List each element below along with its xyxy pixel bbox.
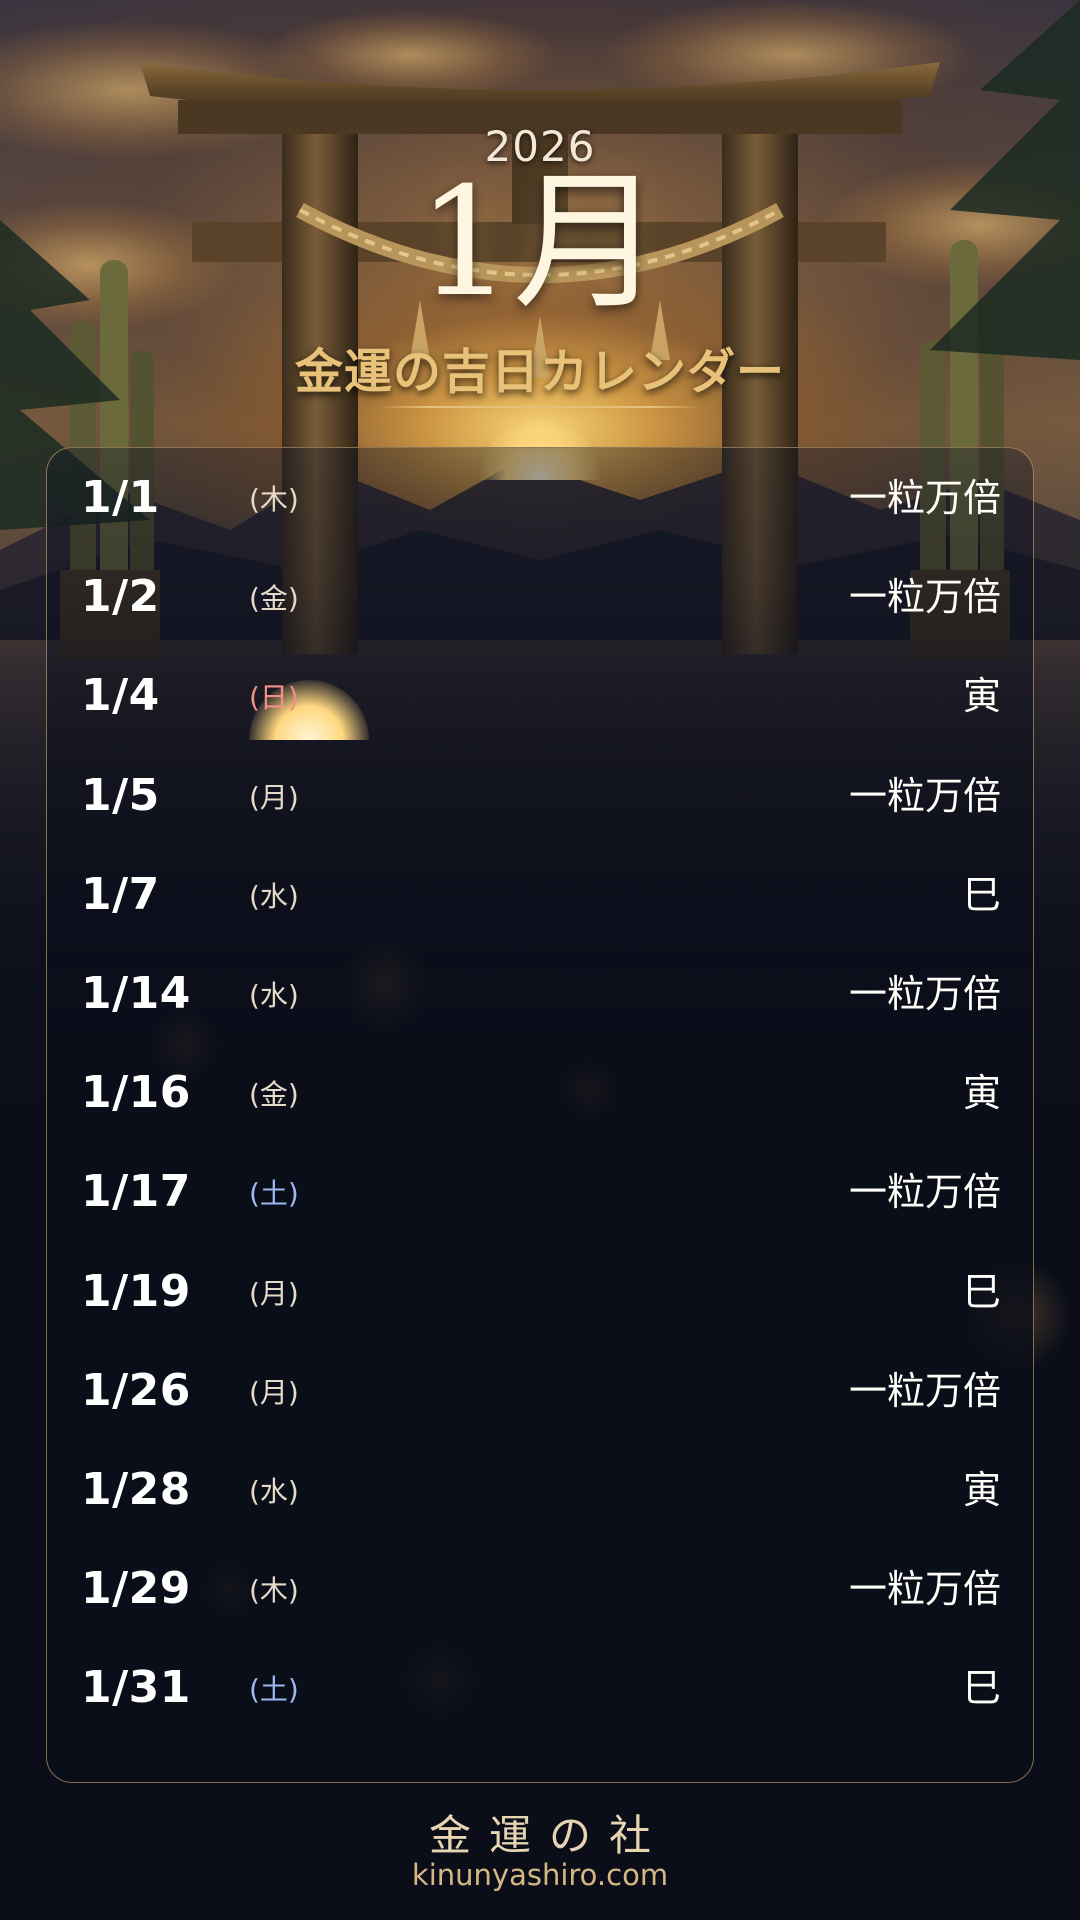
calendar-row: 1/26 (月) 一粒万倍 bbox=[47, 1341, 1033, 1440]
row-date: 1/31 bbox=[81, 1662, 191, 1714]
row-lucky-day-type: 一粒万倍 bbox=[848, 1567, 1001, 1612]
calendar-row: 1/7 (水) 巳 bbox=[47, 845, 1033, 944]
row-weekday: (木) bbox=[249, 483, 299, 516]
row-weekday: (水) bbox=[249, 979, 299, 1012]
row-date: 1/7 bbox=[81, 868, 160, 920]
row-lucky-day-type: 一粒万倍 bbox=[848, 1170, 1001, 1215]
row-weekday: (月) bbox=[249, 1375, 299, 1409]
row-weekday: (日) bbox=[249, 680, 369, 741]
row-weekday: (土) bbox=[249, 1673, 299, 1707]
title-divider bbox=[380, 406, 700, 408]
row-weekday: (月) bbox=[249, 780, 299, 814]
row-weekday: (木) bbox=[249, 1574, 299, 1608]
row-date: 1/5 bbox=[81, 769, 160, 821]
row-weekday: (水) bbox=[249, 879, 299, 913]
calendar-row: 1/19 (月) 巳 bbox=[47, 1242, 1033, 1341]
calendar-row: 1/4 (日) 寅 bbox=[47, 646, 1033, 745]
row-lucky-day-type: 寅 bbox=[962, 1071, 1001, 1116]
calendar-row: 1/16 (金) 寅 bbox=[47, 1043, 1033, 1142]
row-date: 1/16 bbox=[81, 1067, 191, 1119]
brand-name: 金運の社 bbox=[428, 1811, 669, 1860]
row-weekday: (月) bbox=[249, 1276, 299, 1310]
row-weekday: (水) bbox=[249, 1475, 299, 1508]
row-date: 1/2 bbox=[81, 571, 160, 623]
row-lucky-day-type: 寅 bbox=[962, 1468, 1001, 1512]
row-weekday: (土) bbox=[249, 1177, 299, 1211]
calendar-row: 1/31 (土) 巳 bbox=[47, 1638, 1033, 1737]
row-date: 1/4 bbox=[81, 670, 160, 722]
row-lucky-day-type: 一粒万倍 bbox=[848, 476, 1001, 520]
calendar-row: 1/29 (木) 一粒万倍 bbox=[47, 1539, 1033, 1638]
row-weekday: (金) bbox=[249, 1078, 299, 1112]
row-lucky-day-type: 一粒万倍 bbox=[848, 575, 1001, 620]
row-date: 1/1 bbox=[81, 472, 160, 523]
row-date: 1/17 bbox=[81, 1166, 191, 1218]
month-title: 1月 bbox=[417, 156, 663, 330]
row-date: 1/28 bbox=[81, 1464, 191, 1515]
website-url[interactable]: kinunyashiro.com bbox=[0, 1858, 1080, 1892]
row-lucky-day-type: 巳 bbox=[962, 1269, 1001, 1314]
calendar-row: 1/28 (水) 寅 bbox=[47, 1440, 1033, 1539]
row-date: 1/29 bbox=[81, 1563, 191, 1615]
row-lucky-day-type: 一粒万倍 bbox=[848, 1368, 1001, 1413]
calendar-row: 1/1 (木) 一粒万倍 bbox=[47, 448, 1033, 547]
row-date: 1/14 bbox=[81, 968, 191, 1019]
calendar-row: 1/17 (土) 一粒万倍 bbox=[47, 1142, 1033, 1241]
calendar-row: 1/5 (月) 一粒万倍 bbox=[47, 746, 1033, 845]
row-lucky-day-type: 巳 bbox=[962, 872, 1001, 917]
calendar-subtitle: 金運の吉日カレンダー bbox=[294, 344, 785, 400]
calendar-row: 1/2 (金) 一粒万倍 bbox=[47, 547, 1033, 646]
row-lucky-day-type: 一粒万倍 bbox=[848, 972, 1001, 1016]
row-lucky-day-type: 一粒万倍 bbox=[848, 773, 1001, 818]
lucky-days-panel: 1/1 (木) 一粒万倍 1/2 (金) 一粒万倍 1/4 (日) 寅 1/5 (月) 一粒万倍 1/7… bbox=[46, 447, 1034, 1783]
row-date: 1/19 bbox=[81, 1265, 191, 1317]
row-date: 1/26 bbox=[81, 1364, 191, 1416]
row-lucky-day-type: 寅 bbox=[962, 674, 1001, 719]
row-lucky-day-type: 巳 bbox=[962, 1666, 1001, 1711]
row-weekday: (金) bbox=[249, 582, 299, 616]
calendar-row: 1/14 (水) 一粒万倍 bbox=[47, 944, 1033, 1043]
